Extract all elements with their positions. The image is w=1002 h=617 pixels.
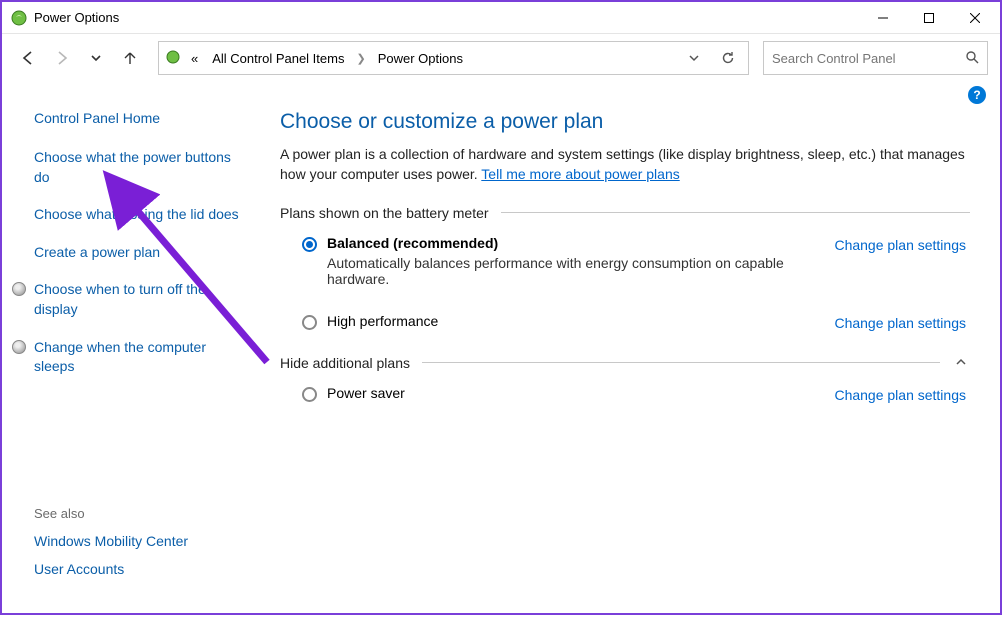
address-bar[interactable]: « All Control Panel Items ❯ Power Option… — [158, 41, 749, 75]
address-dropdown-button[interactable] — [680, 44, 708, 72]
plans-hidden-header: Hide additional plans — [280, 355, 970, 371]
recent-locations-button[interactable] — [82, 44, 110, 72]
plans-hidden-group: Hide additional plans Power saver Change… — [280, 355, 970, 407]
back-button[interactable] — [14, 44, 42, 72]
plan-name[interactable]: High performance — [327, 313, 824, 329]
page-description: A power plan is a collection of hardware… — [280, 144, 970, 185]
sidebar-link-label: Choose what closing the lid does — [34, 206, 239, 222]
sidebar-link-label: Change when the computer sleeps — [34, 339, 206, 375]
collapse-caret-icon[interactable] — [952, 355, 970, 371]
nav-row: « All Control Panel Items ❯ Power Option… — [2, 34, 1000, 82]
sidebar-link-computer-sleeps[interactable]: Change when the computer sleeps — [34, 338, 248, 377]
window-title: Power Options — [34, 10, 860, 25]
sidebar-link-label: Create a power plan — [34, 244, 160, 260]
sidebar-links: Choose what the power buttons do Choose … — [34, 148, 248, 377]
main-content: Choose or customize a power plan A power… — [260, 92, 1000, 613]
sidebar-footer: See also Windows Mobility Center User Ac… — [34, 506, 248, 603]
search-box[interactable] — [763, 41, 988, 75]
body-area: ? Control Panel Home Choose what the pow… — [2, 82, 1000, 613]
sidebar-link-create-plan[interactable]: Create a power plan — [34, 243, 248, 263]
chevron-right-icon: ❯ — [354, 52, 367, 65]
breadcrumb-item-1[interactable]: Power Options — [374, 49, 467, 68]
breadcrumb-root[interactable]: « — [187, 49, 202, 68]
sidebar-link-turn-off-display[interactable]: Choose when to turn off the display — [34, 280, 248, 319]
group-label: Hide additional plans — [280, 355, 410, 371]
sidebar: Control Panel Home Choose what the power… — [2, 92, 260, 613]
sidebar-link-label: Choose when to turn off the display — [34, 281, 206, 317]
plan-balanced: Balanced (recommended) Automatically bal… — [280, 221, 970, 291]
minimize-button[interactable] — [860, 3, 906, 33]
refresh-button[interactable] — [714, 44, 742, 72]
change-plan-settings-link[interactable]: Change plan settings — [834, 315, 966, 331]
divider — [501, 212, 970, 213]
titlebar: Power Options — [2, 2, 1000, 34]
close-button[interactable] — [952, 3, 998, 33]
plan-radio[interactable] — [302, 315, 317, 330]
change-plan-settings-link[interactable]: Change plan settings — [834, 237, 966, 253]
plans-shown-header: Plans shown on the battery meter — [280, 205, 970, 221]
plan-description: Automatically balances performance with … — [327, 255, 824, 287]
plan-power-saver: Power saver Change plan settings — [280, 371, 970, 407]
plan-name[interactable]: Power saver — [327, 385, 824, 401]
change-plan-settings-link[interactable]: Change plan settings — [834, 387, 966, 403]
page-heading: Choose or customize a power plan — [280, 110, 970, 134]
bullet-icon — [12, 340, 26, 354]
plan-radio[interactable] — [302, 387, 317, 402]
divider — [422, 362, 940, 363]
see-also-label: See also — [34, 506, 248, 521]
power-options-icon — [10, 9, 28, 27]
maximize-button[interactable] — [906, 3, 952, 33]
forward-button[interactable] — [48, 44, 76, 72]
up-button[interactable] — [116, 44, 144, 72]
bullet-icon — [12, 282, 26, 296]
sidebar-link-closing-lid[interactable]: Choose what closing the lid does — [34, 205, 248, 225]
footer-link-user-accounts[interactable]: User Accounts — [34, 561, 248, 577]
search-icon[interactable] — [965, 50, 979, 67]
plan-high-performance: High performance Change plan settings — [280, 291, 970, 335]
learn-more-link[interactable]: Tell me more about power plans — [481, 166, 679, 182]
sidebar-link-power-buttons[interactable]: Choose what the power buttons do — [34, 148, 248, 187]
footer-link-mobility-center[interactable]: Windows Mobility Center — [34, 533, 248, 549]
plan-name[interactable]: Balanced (recommended) — [327, 235, 824, 251]
plans-shown-group: Plans shown on the battery meter Balance… — [280, 205, 970, 335]
search-input[interactable] — [772, 51, 965, 66]
sidebar-link-label: Choose what the power buttons do — [34, 149, 231, 185]
window-controls — [860, 3, 998, 33]
control-panel-home-link[interactable]: Control Panel Home — [34, 110, 248, 126]
power-options-icon — [165, 49, 181, 68]
breadcrumb-item-0[interactable]: All Control Panel Items — [208, 49, 348, 68]
plan-radio[interactable] — [302, 237, 317, 252]
group-label: Plans shown on the battery meter — [280, 205, 489, 221]
